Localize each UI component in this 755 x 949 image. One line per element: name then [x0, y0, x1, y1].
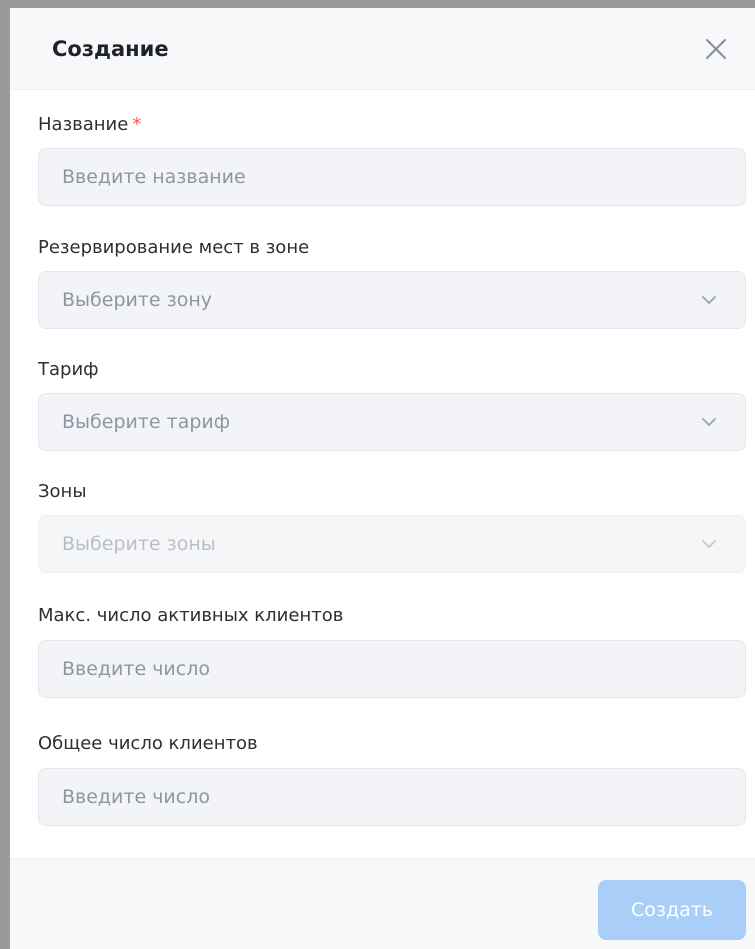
name-label: Название *	[38, 113, 141, 137]
total-clients-input[interactable]	[39, 769, 745, 825]
modal-header: Создание	[10, 8, 755, 90]
create-button[interactable]: Создать	[598, 880, 746, 940]
modal-title: Создание	[52, 37, 169, 61]
tariff-placeholder: Выберите тариф	[62, 411, 231, 433]
reservation-zone-select[interactable]: Выберите зону	[38, 271, 746, 329]
max-active-clients-label: Макс. число активных клиентов	[38, 605, 344, 626]
modal-footer: Создать	[10, 858, 755, 949]
name-label-text: Название	[38, 114, 129, 135]
tariff-select[interactable]: Выберите тариф	[38, 393, 746, 451]
close-button[interactable]	[703, 36, 729, 62]
chevron-down-icon	[702, 418, 716, 426]
total-clients-field	[38, 768, 746, 826]
required-mark: *	[132, 114, 142, 135]
name-field	[38, 148, 746, 206]
max-active-clients-field	[38, 640, 746, 698]
chevron-down-icon	[702, 540, 716, 548]
reservation-zone-label: Резервирование мест в зоне	[38, 237, 310, 258]
reservation-zone-placeholder: Выберите зону	[62, 289, 213, 311]
max-active-clients-input[interactable]	[39, 641, 745, 697]
close-icon	[706, 39, 726, 59]
chevron-down-icon	[702, 296, 716, 304]
name-input[interactable]	[39, 149, 745, 205]
create-modal: Создание Название* Резервирование мест в…	[10, 8, 755, 949]
total-clients-label: Общее число клиентов	[38, 733, 258, 754]
zones-label: Зоны	[38, 481, 87, 502]
zones-placeholder: Выберите зоны	[62, 533, 216, 555]
tariff-label: Тариф	[38, 359, 99, 380]
zones-select: Выберите зоны	[38, 515, 746, 573]
